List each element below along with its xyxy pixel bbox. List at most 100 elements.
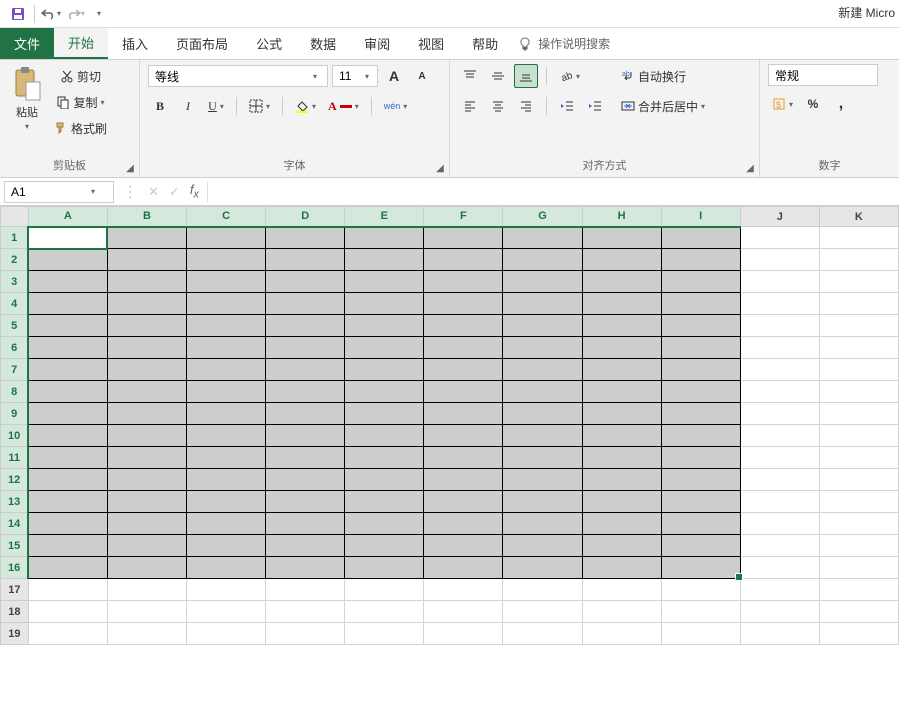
cell[interactable] [661, 469, 740, 491]
cell[interactable] [266, 359, 345, 381]
cell[interactable] [503, 293, 582, 315]
cell[interactable] [582, 579, 661, 601]
align-right-button[interactable] [514, 94, 538, 118]
select-all-corner[interactable] [1, 207, 29, 227]
cell[interactable] [819, 359, 898, 381]
cell[interactable] [819, 249, 898, 271]
cell[interactable] [28, 227, 107, 249]
column-header[interactable]: J [740, 207, 819, 227]
cell[interactable] [582, 315, 661, 337]
tab-home[interactable]: 开始 [54, 28, 108, 59]
cell[interactable] [582, 271, 661, 293]
align-middle-button[interactable] [486, 64, 510, 88]
align-left-button[interactable] [458, 94, 482, 118]
spreadsheet-grid[interactable]: ABCDEFGHIJK12345678910111213141516171819 [0, 206, 899, 720]
cell[interactable] [28, 491, 107, 513]
copy-button[interactable]: 复制 ▾ [50, 90, 111, 114]
cell[interactable] [266, 535, 345, 557]
cell[interactable] [661, 623, 740, 645]
row-header[interactable]: 17 [1, 579, 29, 601]
row-header[interactable]: 10 [1, 425, 29, 447]
cell[interactable] [28, 359, 107, 381]
cell[interactable] [107, 271, 186, 293]
cell[interactable] [345, 469, 424, 491]
cell[interactable] [582, 623, 661, 645]
orientation-button[interactable]: ab▾ [555, 64, 584, 88]
align-bottom-button[interactable] [514, 64, 538, 88]
cell[interactable] [582, 337, 661, 359]
row-header[interactable]: 14 [1, 513, 29, 535]
cell[interactable] [424, 447, 503, 469]
row-header[interactable]: 12 [1, 469, 29, 491]
cell[interactable] [424, 535, 503, 557]
cell[interactable] [819, 381, 898, 403]
cancel-button[interactable]: ✕ [148, 184, 159, 200]
cell[interactable] [345, 579, 424, 601]
font-color-button[interactable]: A ▾ [324, 94, 363, 118]
cell[interactable] [582, 557, 661, 579]
row-header[interactable]: 1 [1, 227, 29, 249]
cell[interactable] [661, 557, 740, 579]
font-launcher[interactable]: ◢ [433, 161, 447, 175]
cell[interactable] [424, 491, 503, 513]
cell[interactable] [266, 293, 345, 315]
cell[interactable] [424, 271, 503, 293]
tab-help[interactable]: 帮助 [458, 28, 512, 59]
decrease-font-button[interactable]: A [410, 64, 434, 88]
cell[interactable] [345, 359, 424, 381]
cell[interactable] [345, 403, 424, 425]
cell[interactable] [503, 491, 582, 513]
cell[interactable] [503, 513, 582, 535]
merge-center-button[interactable]: 合并后居中 ▾ [617, 94, 747, 118]
column-header[interactable]: G [503, 207, 582, 227]
cell[interactable] [28, 447, 107, 469]
row-header[interactable]: 16 [1, 557, 29, 579]
cell[interactable] [582, 469, 661, 491]
cell[interactable] [28, 271, 107, 293]
cell[interactable] [107, 337, 186, 359]
cell[interactable] [107, 601, 186, 623]
cell[interactable] [740, 491, 819, 513]
cell[interactable] [582, 513, 661, 535]
tab-data[interactable]: 数据 [296, 28, 350, 59]
clipboard-launcher[interactable]: ◢ [123, 161, 137, 175]
name-box[interactable]: ▾ [4, 181, 114, 203]
cell[interactable] [187, 381, 266, 403]
cell[interactable] [28, 425, 107, 447]
cell[interactable] [661, 535, 740, 557]
cell[interactable] [740, 535, 819, 557]
cell[interactable] [503, 337, 582, 359]
cell[interactable] [345, 425, 424, 447]
cell[interactable] [424, 557, 503, 579]
tab-formulas[interactable]: 公式 [242, 28, 296, 59]
cell[interactable] [740, 227, 819, 249]
cell[interactable] [107, 491, 186, 513]
increase-indent-button[interactable] [583, 94, 607, 118]
cell[interactable] [424, 337, 503, 359]
cell[interactable] [661, 271, 740, 293]
cell[interactable] [582, 359, 661, 381]
cell[interactable] [187, 535, 266, 557]
cell[interactable] [582, 491, 661, 513]
row-header[interactable]: 7 [1, 359, 29, 381]
cell[interactable] [266, 557, 345, 579]
row-header[interactable]: 9 [1, 403, 29, 425]
cell[interactable] [740, 425, 819, 447]
name-box-dropdown[interactable]: ▾ [85, 187, 101, 196]
cell[interactable] [345, 513, 424, 535]
cell[interactable] [266, 249, 345, 271]
cell[interactable] [661, 249, 740, 271]
cell[interactable] [107, 315, 186, 337]
cell[interactable] [503, 601, 582, 623]
font-name-combo[interactable]: ▾ [148, 65, 328, 87]
row-header[interactable]: 13 [1, 491, 29, 513]
column-header[interactable]: I [661, 207, 740, 227]
cell[interactable] [661, 425, 740, 447]
cell[interactable] [582, 293, 661, 315]
cell[interactable] [107, 403, 186, 425]
cell[interactable] [424, 623, 503, 645]
formula-bar-expand[interactable]: ⋮ [122, 182, 138, 202]
cell[interactable] [266, 491, 345, 513]
cell[interactable] [661, 513, 740, 535]
cell[interactable] [345, 623, 424, 645]
